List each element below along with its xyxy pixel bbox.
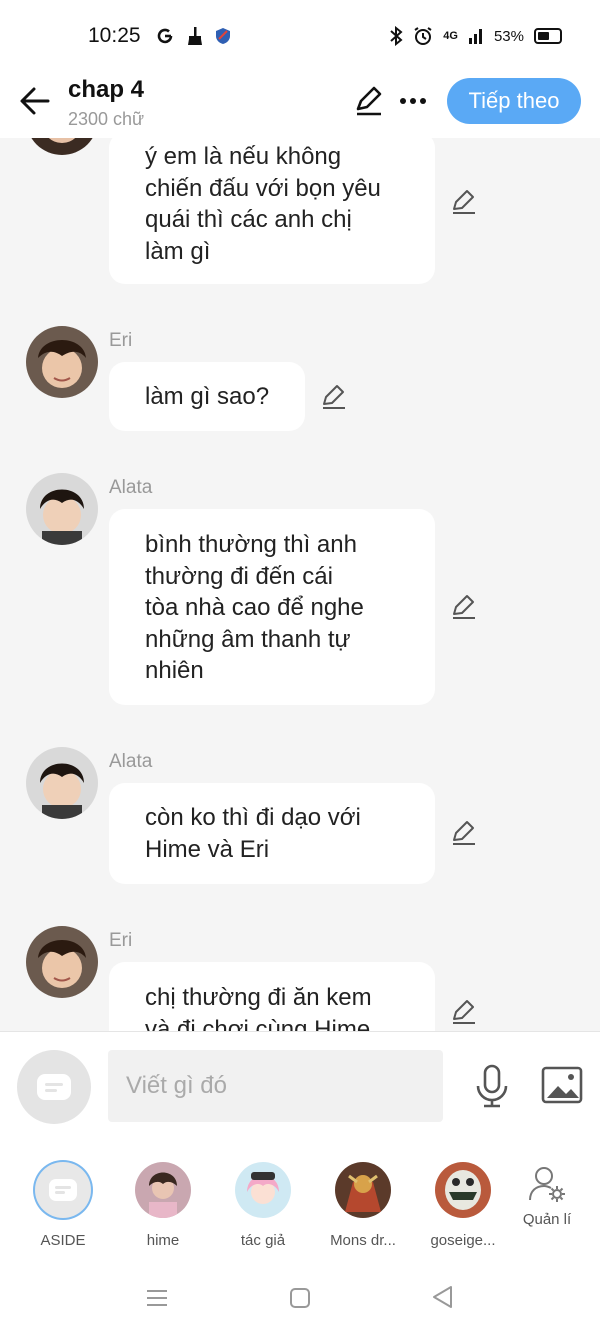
character-goseige[interactable]: goseige...	[418, 1162, 508, 1249]
more-options-button[interactable]	[398, 86, 428, 116]
sender-avatar[interactable]	[26, 473, 98, 545]
microphone-icon	[476, 1064, 508, 1108]
message-text: bình thường thì anh thường đi đến cái tò…	[145, 531, 364, 684]
message-bubble[interactable]: còn ko thì đi dạo với Hime và Eri	[109, 783, 435, 884]
character-label: goseige...	[430, 1232, 496, 1249]
edit-message-button[interactable]	[320, 383, 348, 411]
sender-name: Eri	[109, 330, 133, 351]
back-arrow-icon	[20, 87, 50, 115]
message-feed[interactable]: ý em là nếu không chiến đấu với bọn yêu …	[0, 138, 600, 1031]
sender-name: Alata	[109, 477, 153, 498]
aside-icon	[37, 1074, 71, 1100]
message-text: ý em là nếu không chiến đấu với bọn yêu …	[145, 143, 381, 265]
message-input[interactable]: Viết gì đó	[108, 1050, 443, 1122]
message-composer: Viết gì đó	[0, 1031, 600, 1143]
chapter-header: chap 4 2300 chữ Tiếp theo	[0, 72, 600, 138]
bluetooth-icon	[390, 26, 403, 46]
character-avatar	[335, 1162, 391, 1218]
aside-avatar	[35, 1162, 91, 1218]
character-avatar	[235, 1162, 291, 1218]
message-bubble[interactable]: làm gì sao?	[109, 362, 305, 431]
character-label: Mons dr...	[330, 1232, 396, 1249]
battery-percent: 53%	[493, 27, 524, 45]
insert-image-button[interactable]	[541, 1066, 583, 1104]
character-avatar	[435, 1162, 491, 1218]
character-label: Quản lí	[522, 1211, 572, 1228]
word-count: 2300 chữ	[68, 109, 145, 129]
character-mons[interactable]: Mons dr...	[318, 1162, 408, 1249]
alarm-icon	[414, 27, 432, 45]
pencil-icon	[453, 1000, 475, 1024]
chapter-title: chap 4	[68, 76, 145, 103]
menu-lines-icon	[147, 1290, 167, 1306]
character-avatar	[135, 1162, 191, 1218]
message-text: còn ko thì đi dạo với Hime và Eri	[145, 804, 361, 863]
manage-characters-button[interactable]: Quản lí	[502, 1164, 592, 1228]
shield-app-icon	[216, 28, 230, 44]
sender-avatar[interactable]	[26, 138, 98, 155]
status-bar: 10:25 4G 53%	[0, 0, 600, 72]
home-button[interactable]	[288, 1286, 312, 1310]
google-icon	[157, 28, 173, 44]
edit-message-button[interactable]	[450, 998, 478, 1026]
status-time: 10:25	[88, 24, 141, 47]
message-bubble[interactable]: bình thường thì anh thường đi đến cái tò…	[109, 509, 435, 705]
message-text: làm gì sao?	[145, 383, 270, 410]
back-triangle-icon	[433, 1286, 452, 1308]
aside-icon	[49, 1179, 77, 1201]
pencil-icon	[453, 595, 475, 619]
character-label: ASIDE	[40, 1232, 86, 1249]
character-bar: ASIDE hime tác giả Mons dr... goseige...…	[0, 1142, 600, 1262]
image-icon	[541, 1066, 583, 1104]
edit-message-button[interactable]	[450, 819, 478, 847]
voice-input-button[interactable]	[474, 1064, 510, 1108]
aside-toggle-button[interactable]	[17, 1050, 91, 1124]
pencil-icon	[356, 86, 382, 116]
pencil-icon	[323, 385, 345, 409]
recent-apps-button[interactable]	[145, 1286, 169, 1310]
edit-message-button[interactable]	[450, 593, 478, 621]
battery-icon	[534, 28, 562, 44]
nav-back-button[interactable]	[430, 1284, 456, 1310]
sender-avatar[interactable]	[26, 747, 98, 819]
character-hime[interactable]: hime	[118, 1162, 208, 1249]
character-author[interactable]: tác giả	[218, 1162, 308, 1249]
edit-message-button[interactable]	[450, 188, 478, 216]
sender-name: Eri	[109, 930, 133, 951]
broom-icon	[188, 27, 202, 45]
home-square-icon	[290, 1288, 310, 1308]
edit-chapter-button[interactable]	[352, 84, 386, 118]
back-button[interactable]	[18, 84, 52, 118]
user-settings-icon	[529, 1167, 565, 1202]
sender-avatar[interactable]	[26, 326, 98, 398]
sender-avatar[interactable]	[26, 926, 98, 998]
more-dots-icon	[400, 98, 426, 104]
character-label: hime	[146, 1232, 180, 1249]
pencil-icon	[453, 190, 475, 214]
message-bubble[interactable]: chị thường đi ăn kem và đi chơi cùng Him…	[109, 962, 435, 1031]
next-chapter-button[interactable]: Tiếp theo	[447, 78, 581, 124]
signal-icon	[468, 29, 482, 44]
status-right-icons: 4G 53%	[389, 26, 562, 46]
sender-name: Alata	[109, 751, 153, 772]
character-aside[interactable]: ASIDE	[18, 1162, 108, 1249]
system-nav-bar	[0, 1262, 600, 1333]
message-text: chị thường đi ăn kem và đi chơi cùng Him…	[145, 984, 372, 1031]
pencil-icon	[453, 821, 475, 845]
message-bubble[interactable]: ý em là nếu không chiến đấu với bọn yêu …	[109, 138, 435, 284]
status-left-icons	[155, 26, 231, 46]
character-label: tác giả	[240, 1232, 286, 1249]
network-label: 4G	[443, 30, 458, 42]
